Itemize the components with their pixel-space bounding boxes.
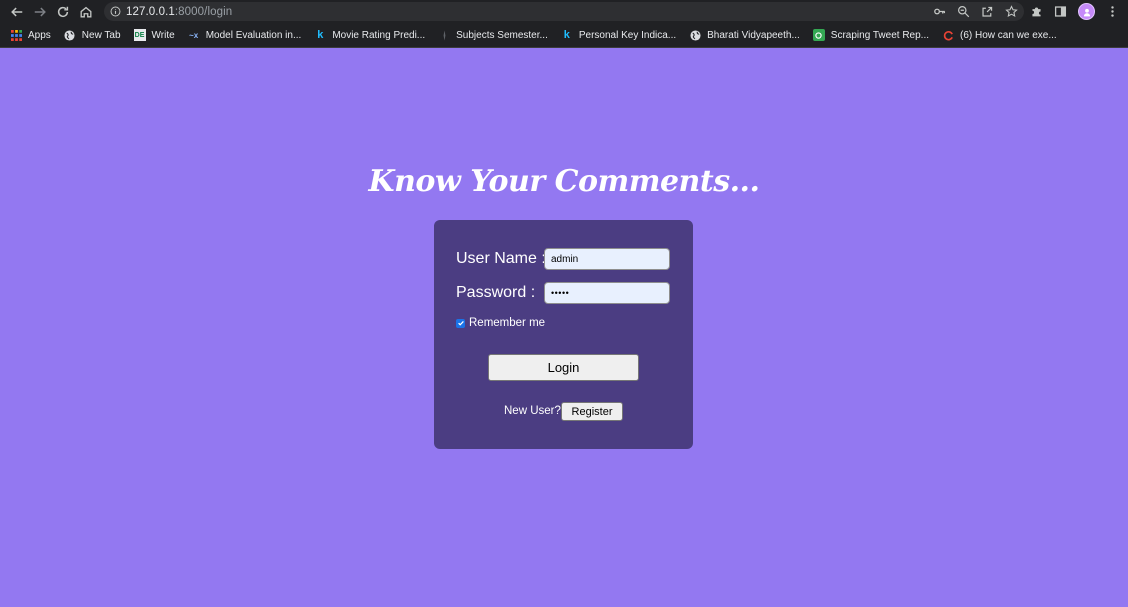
username-input[interactable]: admin	[544, 248, 670, 270]
register-button[interactable]: Register	[561, 402, 623, 421]
kebab-menu-icon[interactable]	[1106, 5, 1119, 18]
url-path: :8000/login	[174, 5, 233, 18]
login-button[interactable]: Login	[488, 354, 639, 381]
back-button[interactable]	[5, 0, 28, 23]
key-icon[interactable]	[933, 5, 946, 18]
kaggle-icon: k	[563, 29, 570, 41]
bookmark-label: (6) How can we exe...	[960, 29, 1057, 41]
info-icon[interactable]	[104, 6, 126, 17]
bookmark-write[interactable]: DE Write	[133, 29, 175, 41]
bookmark-label: Scraping Tweet Rep...	[830, 29, 929, 41]
remember-me[interactable]: Remember me	[456, 317, 545, 329]
bookmark-label: Personal Key Indica...	[578, 29, 677, 41]
bookmark-model-evaluation[interactable]: ~x Model Evaluation in...	[188, 29, 302, 41]
profile-icon	[1083, 8, 1090, 16]
arrow-right-icon	[34, 7, 46, 16]
login-card: User Name : admin Password : ••••• Remem…	[434, 220, 693, 449]
bookmark-movie-rating[interactable]: k Movie Rating Predi...	[314, 29, 425, 41]
subjects-icon	[438, 29, 450, 41]
reload-icon	[57, 6, 68, 17]
avatar[interactable]	[1078, 3, 1095, 20]
home-button[interactable]	[74, 0, 97, 23]
home-icon	[80, 6, 91, 17]
kaggle-icon: k	[317, 29, 324, 41]
share-icon[interactable]	[981, 5, 994, 18]
write-icon: DE	[133, 29, 146, 41]
model-icon: ~x	[189, 30, 199, 40]
bookmark-label: New Tab	[81, 29, 121, 41]
password-label: Password :	[456, 284, 536, 301]
bookmark-how-can-we[interactable]: (6) How can we exe...	[942, 29, 1057, 41]
extensions-icon[interactable]	[1030, 5, 1043, 18]
url-text: 127.0.0.1:8000/login	[126, 6, 232, 18]
url-host: 127.0.0.1	[126, 5, 175, 18]
remember-checkbox[interactable]	[456, 318, 465, 328]
bookmark-personal-key[interactable]: k Personal Key Indica...	[561, 29, 676, 41]
globe-icon	[689, 29, 701, 41]
new-user-label: New User?	[504, 405, 561, 417]
address-bar[interactable]: 127.0.0.1:8000/login	[104, 2, 1024, 21]
bookmark-label: Apps	[28, 29, 51, 41]
bookmark-label: Subjects Semester...	[456, 29, 548, 41]
bookmark-new-tab[interactable]: New Tab	[64, 29, 121, 41]
quora-icon	[942, 29, 954, 41]
bookmark-label: Write	[151, 29, 175, 41]
globe-icon	[64, 29, 76, 41]
reload-button[interactable]	[51, 0, 74, 23]
star-icon[interactable]	[1005, 5, 1018, 18]
bookmarks-bar: Apps New Tab DE Write ~x Model Evaluatio…	[0, 23, 1128, 48]
side-panel-icon[interactable]	[1054, 5, 1067, 18]
page-title: Know Your Comments...	[368, 164, 760, 199]
bookmark-subjects[interactable]: Subjects Semester...	[438, 29, 548, 41]
check-icon	[457, 320, 464, 326]
bookmark-label: Model Evaluation in...	[205, 29, 302, 41]
forward-button[interactable]	[28, 0, 51, 23]
zoom-icon[interactable]	[957, 5, 970, 18]
bookmark-scraping[interactable]: Scraping Tweet Rep...	[812, 29, 929, 41]
bookmark-apps[interactable]: Apps	[10, 29, 51, 41]
username-label: User Name :	[456, 250, 546, 267]
scraping-icon	[812, 29, 825, 41]
remember-label: Remember me	[469, 317, 546, 329]
bookmark-bharati[interactable]: Bharati Vidyapeeth...	[689, 29, 800, 41]
password-input[interactable]: •••••	[544, 282, 670, 304]
apps-grid-icon	[10, 29, 22, 41]
browser-toolbar: 127.0.0.1:8000/login	[0, 0, 1128, 23]
arrow-left-icon	[10, 7, 22, 16]
bookmark-label: Bharati Vidyapeeth...	[707, 29, 800, 41]
bookmark-label: Movie Rating Predi...	[332, 29, 426, 41]
